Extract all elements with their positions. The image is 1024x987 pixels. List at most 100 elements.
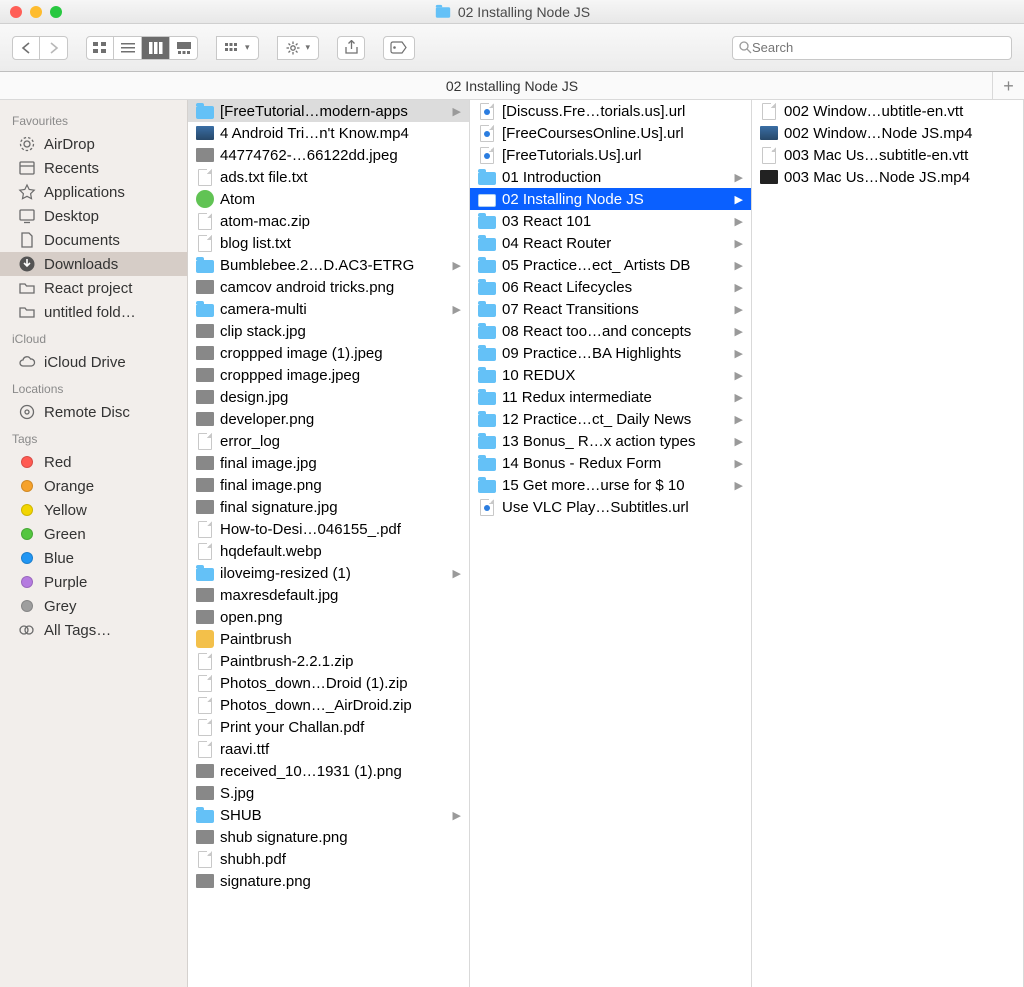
sidebar-item-airdrop[interactable]: AirDrop — [0, 132, 187, 156]
file-row[interactable]: open.png — [188, 606, 469, 628]
file-row[interactable]: developer.png — [188, 408, 469, 430]
file-row[interactable]: 44774762-…66122dd.jpeg — [188, 144, 469, 166]
file-row[interactable]: croppped image.jpeg — [188, 364, 469, 386]
file-row[interactable]: clip stack.jpg — [188, 320, 469, 342]
file-row[interactable]: Paintbrush-2.2.1.zip — [188, 650, 469, 672]
action-button[interactable]: ▾ — [277, 36, 320, 60]
file-row[interactable]: design.jpg — [188, 386, 469, 408]
file-row[interactable]: final image.png — [188, 474, 469, 496]
sidebar-item-documents[interactable]: Documents — [0, 228, 187, 252]
sidebar-item-grey[interactable]: Grey — [0, 594, 187, 618]
forward-button[interactable] — [40, 36, 68, 60]
file-row[interactable]: 002 Window…ubtitle-en.vtt — [752, 100, 1023, 122]
sidebar-item-orange[interactable]: Orange — [0, 474, 187, 498]
file-row[interactable]: 4 Android Tri…n't Know.mp4 — [188, 122, 469, 144]
file-row[interactable]: hqdefault.webp — [188, 540, 469, 562]
file-name: 07 React Transitions — [502, 301, 729, 318]
file-row[interactable]: 10 REDUX▶ — [470, 364, 751, 386]
file-row[interactable]: raavi.ttf — [188, 738, 469, 760]
file-row[interactable]: error_log — [188, 430, 469, 452]
file-row[interactable]: received_10…1931 (1).png — [188, 760, 469, 782]
file-row[interactable]: 13 Bonus_ R…x action types▶ — [470, 430, 751, 452]
file-row[interactable]: 07 React Transitions▶ — [470, 298, 751, 320]
file-row[interactable]: 03 React 101▶ — [470, 210, 751, 232]
file-row[interactable]: iloveimg-resized (1)▶ — [188, 562, 469, 584]
file-row[interactable]: 02 Installing Node JS▶ — [470, 188, 751, 210]
file-row[interactable]: 04 React Router▶ — [470, 232, 751, 254]
file-row[interactable]: camera-multi▶ — [188, 298, 469, 320]
column-1[interactable]: [FreeTutorial…modern-apps▶4 Android Tri…… — [188, 100, 470, 987]
view-icons-button[interactable] — [86, 36, 114, 60]
share-button[interactable] — [337, 36, 365, 60]
file-row[interactable]: maxresdefault.jpg — [188, 584, 469, 606]
sidebar-item-purple[interactable]: Purple — [0, 570, 187, 594]
folder-icon — [478, 304, 496, 317]
file-row[interactable]: final signature.jpg — [188, 496, 469, 518]
file-row[interactable]: 09 Practice…BA Highlights▶ — [470, 342, 751, 364]
file-row[interactable]: Photos_down…_AirDroid.zip — [188, 694, 469, 716]
tags-button[interactable] — [383, 36, 415, 60]
file-row[interactable]: 06 React Lifecycles▶ — [470, 276, 751, 298]
sidebar-item-downloads[interactable]: Downloads — [0, 252, 187, 276]
sidebar-item-untitled-fold-[interactable]: untitled fold… — [0, 300, 187, 324]
search-field[interactable] — [732, 36, 1012, 60]
arrange-button[interactable]: ▾ — [216, 36, 259, 60]
sidebar-item-recents[interactable]: Recents — [0, 156, 187, 180]
back-button[interactable] — [12, 36, 40, 60]
sidebar-item-all-tags-[interactable]: All Tags… — [0, 618, 187, 642]
file-row[interactable]: 15 Get more…urse for $ 10▶ — [470, 474, 751, 496]
view-list-button[interactable] — [114, 36, 142, 60]
sidebar-item-desktop[interactable]: Desktop — [0, 204, 187, 228]
file-row[interactable]: shubh.pdf — [188, 848, 469, 870]
file-row[interactable]: Photos_down…Droid (1).zip — [188, 672, 469, 694]
sidebar-item-applications[interactable]: Applications — [0, 180, 187, 204]
file-row[interactable]: [FreeCoursesOnline.Us].url — [470, 122, 751, 144]
file-row[interactable]: [Discuss.Fre…torials.us].url — [470, 100, 751, 122]
search-input[interactable] — [752, 40, 1005, 55]
file-row[interactable]: How-to-Desi…046155_.pdf — [188, 518, 469, 540]
file-row[interactable]: 11 Redux intermediate▶ — [470, 386, 751, 408]
file-row[interactable]: 003 Mac Us…subtitle-en.vtt — [752, 144, 1023, 166]
folder-icon — [196, 106, 214, 119]
view-columns-button[interactable] — [142, 36, 170, 60]
file-row[interactable]: 002 Window…Node JS.mp4 — [752, 122, 1023, 144]
sidebar-item-label: Remote Disc — [44, 404, 130, 421]
file-row[interactable]: 14 Bonus - Redux Form▶ — [470, 452, 751, 474]
column-2[interactable]: [Discuss.Fre…torials.us].url[FreeCourses… — [470, 100, 752, 987]
column-3[interactable]: 002 Window…ubtitle-en.vtt002 Window…Node… — [752, 100, 1024, 987]
file-row[interactable]: camcov android tricks.png — [188, 276, 469, 298]
sidebar-item-icloud-drive[interactable]: iCloud Drive — [0, 350, 187, 374]
file-row[interactable]: ads.txt file.txt — [188, 166, 469, 188]
file-row[interactable]: Use VLC Play…Subtitles.url — [470, 496, 751, 518]
chevron-right-icon: ▶ — [735, 193, 745, 206]
file-row[interactable]: 08 React too…and concepts▶ — [470, 320, 751, 342]
sidebar-item-react-project[interactable]: React project — [0, 276, 187, 300]
view-gallery-button[interactable] — [170, 36, 198, 60]
file-row[interactable]: 01 Introduction▶ — [470, 166, 751, 188]
file-row[interactable]: S.jpg — [188, 782, 469, 804]
file-row[interactable]: shub signature.png — [188, 826, 469, 848]
file-row[interactable]: [FreeTutorials.Us].url — [470, 144, 751, 166]
file-row[interactable]: Print your Challan.pdf — [188, 716, 469, 738]
sidebar-item-red[interactable]: Red — [0, 450, 187, 474]
file-row[interactable]: Atom — [188, 188, 469, 210]
file-row[interactable]: Paintbrush — [188, 628, 469, 650]
url-icon — [480, 125, 494, 142]
file-row[interactable]: 003 Mac Us…Node JS.mp4 — [752, 166, 1023, 188]
sidebar-item-green[interactable]: Green — [0, 522, 187, 546]
new-tab-button[interactable]: + — [992, 72, 1024, 100]
file-row[interactable]: signature.png — [188, 870, 469, 892]
sidebar-item-blue[interactable]: Blue — [0, 546, 187, 570]
file-row[interactable]: 12 Practice…ct_ Daily News▶ — [470, 408, 751, 430]
file-row[interactable]: atom-mac.zip — [188, 210, 469, 232]
file-row[interactable]: [FreeTutorial…modern-apps▶ — [188, 100, 469, 122]
file-row[interactable]: 05 Practice…ect_ Artists DB▶ — [470, 254, 751, 276]
tab-title[interactable]: 02 Installing Node JS — [446, 78, 578, 94]
file-row[interactable]: final image.jpg — [188, 452, 469, 474]
sidebar-item-yellow[interactable]: Yellow — [0, 498, 187, 522]
file-row[interactable]: SHUB▶ — [188, 804, 469, 826]
file-row[interactable]: croppped image (1).jpeg — [188, 342, 469, 364]
file-row[interactable]: blog list.txt — [188, 232, 469, 254]
file-row[interactable]: Bumblebee.2…D.AC3-ETRG▶ — [188, 254, 469, 276]
sidebar-item-remote-disc[interactable]: Remote Disc — [0, 400, 187, 424]
